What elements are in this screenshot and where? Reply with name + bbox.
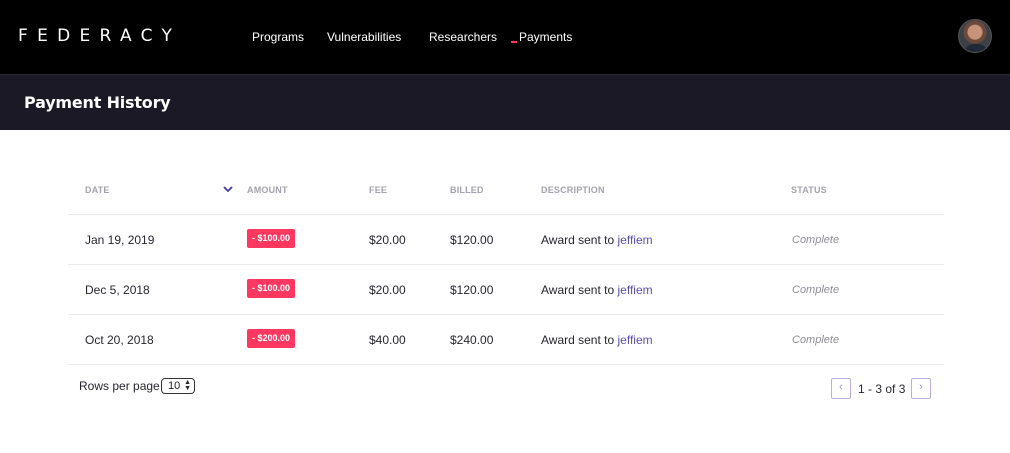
date-cell: Oct 20, 2018	[85, 333, 154, 347]
billed-cell: $120.00	[450, 283, 494, 297]
description-text: Award sent to	[541, 233, 615, 247]
nav-item-programs[interactable]: Programs	[252, 30, 304, 44]
table-row[interactable]: Dec 5, 2018 - $100.00 $20.00 $120.00 Awa…	[68, 265, 944, 315]
chevron-left-icon: ‹	[839, 381, 843, 393]
top-navbar: FEDERACY Programs Vulnerabilities Resear…	[0, 0, 1010, 74]
status-cell: Complete	[792, 334, 840, 346]
payments-table: DATE AMOUNT FEE BILLED DESCRIPTION STATU…	[68, 168, 944, 365]
nav-item-payments[interactable]: Payments	[519, 30, 572, 44]
status-cell: Complete	[792, 234, 840, 246]
fee-cell: $20.00	[369, 233, 406, 247]
description-cell: Award sent to jeffiem	[541, 233, 653, 247]
nav-item-researchers[interactable]: Researchers	[429, 30, 497, 44]
column-header-date[interactable]: DATE	[85, 185, 110, 195]
recipient-link[interactable]: jeffiem	[618, 283, 653, 297]
sort-descending-icon[interactable]	[222, 184, 234, 194]
rows-per-page-value: 10	[168, 380, 181, 392]
amount-badge: - $100.00	[247, 279, 296, 298]
billed-cell: $240.00	[450, 333, 494, 347]
description-cell: Award sent to jeffiem	[541, 283, 653, 297]
rows-per-page-select[interactable]: 10 ▲ ▼	[161, 378, 195, 394]
next-page-button[interactable]: ›	[911, 378, 931, 399]
nav-item-vulnerabilities[interactable]: Vulnerabilities	[327, 30, 401, 44]
chevron-right-icon: ›	[919, 381, 923, 393]
table-row[interactable]: Oct 20, 2018 - $200.00 $40.00 $240.00 Aw…	[68, 315, 944, 365]
fee-cell: $20.00	[369, 283, 406, 297]
select-arrows-icon: ▲ ▼	[184, 379, 191, 392]
recipient-link[interactable]: jeffiem	[618, 233, 653, 247]
column-header-status[interactable]: STATUS	[791, 185, 827, 195]
avatar-shoulders	[965, 44, 987, 52]
pagination-info: 1 - 3 of 3	[858, 382, 906, 396]
fee-cell: $40.00	[369, 333, 406, 347]
recipient-link[interactable]: jeffiem	[618, 333, 653, 347]
column-header-description[interactable]: DESCRIPTION	[541, 185, 605, 195]
date-cell: Jan 19, 2019	[85, 233, 155, 247]
date-cell: Dec 5, 2018	[85, 283, 150, 297]
table-row[interactable]: Jan 19, 2019 - $100.00 $20.00 $120.00 Aw…	[68, 215, 944, 265]
column-header-billed[interactable]: BILLED	[450, 185, 484, 195]
description-text: Award sent to	[541, 283, 615, 297]
status-cell: Complete	[792, 284, 840, 296]
previous-page-button[interactable]: ‹	[831, 378, 851, 399]
user-avatar[interactable]	[958, 19, 992, 53]
amount-badge: - $100.00	[247, 229, 296, 248]
page-title: Payment History	[24, 93, 171, 112]
amount-badge: - $200.00	[247, 329, 296, 348]
table-header: DATE AMOUNT FEE BILLED DESCRIPTION STATU…	[68, 168, 944, 215]
column-header-amount[interactable]: AMOUNT	[247, 185, 288, 195]
rows-per-page-label: Rows per page	[79, 379, 160, 393]
column-header-fee[interactable]: FEE	[369, 185, 387, 195]
federacy-logo[interactable]: FEDERACY	[18, 26, 181, 46]
description-text: Award sent to	[541, 333, 615, 347]
active-nav-indicator	[511, 41, 517, 43]
description-cell: Award sent to jeffiem	[541, 333, 653, 347]
billed-cell: $120.00	[450, 233, 494, 247]
page-header: Payment History	[0, 74, 1010, 130]
